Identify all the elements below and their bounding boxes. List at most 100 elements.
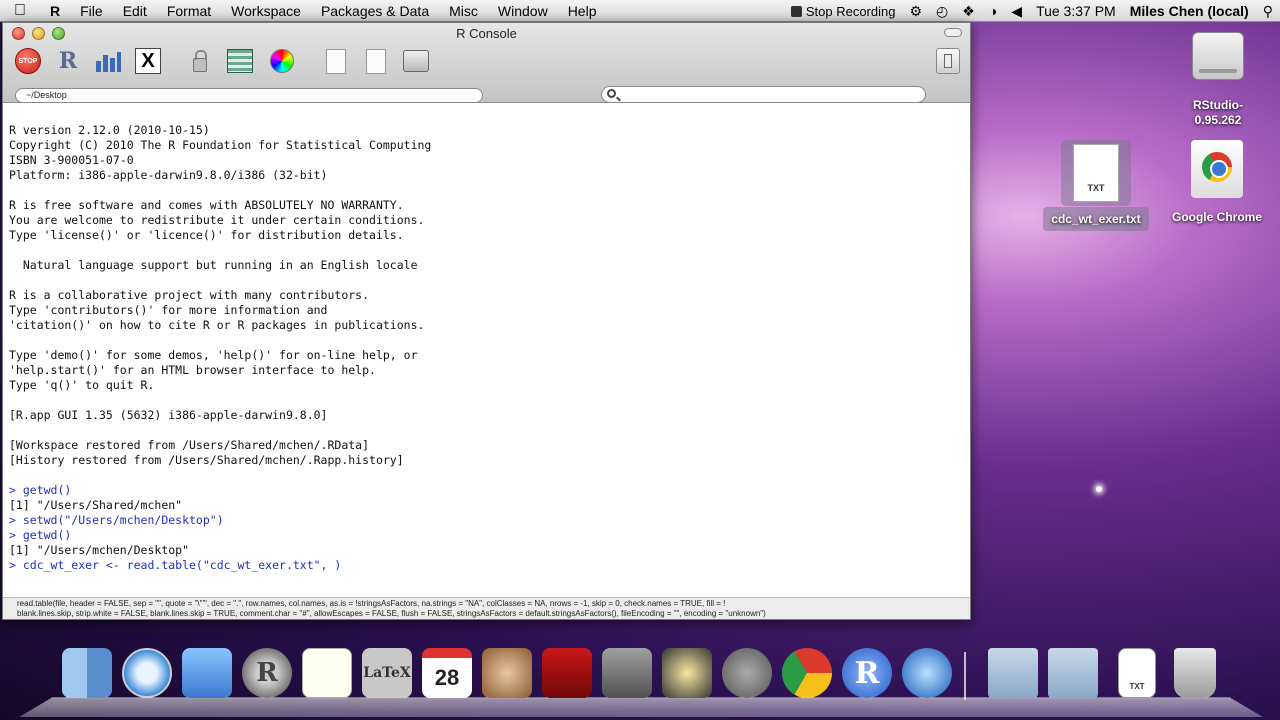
- dock-safari-icon[interactable]: [122, 648, 172, 698]
- console-output-line: [1] "/Users/Shared/mchen": [9, 498, 183, 512]
- txt-file-label: cdc_wt_exer.txt: [1043, 207, 1149, 231]
- menu-misc[interactable]: Misc: [439, 3, 488, 19]
- rstudio-disk-label: RStudio-0.95.262: [1193, 98, 1243, 127]
- signature-line-2: blank.lines.skip, strip.white = FALSE, b…: [17, 609, 766, 618]
- dock-facetime-icon[interactable]: [182, 648, 232, 698]
- network-status-icon[interactable]: ⚙: [902, 3, 929, 20]
- console-output[interactable]: R version 2.12.0 (2010-10-15) Copyright (…: [3, 104, 970, 598]
- dock-finder-icon[interactable]: [62, 648, 112, 698]
- dock-txt-file-icon[interactable]: TXT: [1118, 648, 1156, 698]
- desktop-google-chrome[interactable]: Google Chrome: [1163, 140, 1271, 224]
- console-output-line: R version 2.12.0 (2010-10-15): [9, 123, 210, 137]
- help-search-input[interactable]: [601, 86, 926, 103]
- menu-format[interactable]: Format: [157, 3, 221, 19]
- working-directory-field[interactable]: ~/Desktop: [15, 88, 483, 103]
- x11-button[interactable]: X: [133, 47, 163, 75]
- console-output-line: Type 'q()' to quit R.: [9, 378, 155, 392]
- menu-user[interactable]: Miles Chen (local): [1123, 3, 1256, 19]
- console-output-line: [Workspace restored from /Users/Shared/m…: [9, 438, 370, 452]
- run-source-button[interactable]: R: [53, 47, 83, 75]
- console-output-line: Type 'demo()' for some demos, 'help()' f…: [9, 348, 418, 362]
- drawer-button[interactable]: [933, 47, 963, 75]
- document-icon: [326, 48, 346, 74]
- dock-separator: [964, 652, 966, 700]
- table-icon: [227, 49, 253, 73]
- apple-menu-icon[interactable]: : [0, 2, 40, 20]
- dock-preview-icon[interactable]: [482, 648, 532, 698]
- open-document-button[interactable]: [321, 47, 351, 75]
- console-output-line: [History restored from /Users/Shared/mch…: [9, 453, 404, 467]
- menu-clock[interactable]: Tue 3:37 PM: [1029, 3, 1123, 19]
- console-output-line: ISBN 3-900051-07-0: [9, 153, 134, 167]
- menu-help[interactable]: Help: [558, 3, 607, 19]
- dock-iphoto-icon[interactable]: [602, 648, 652, 698]
- console-output-line: 'citation()' on how to cite R or R packa…: [9, 318, 425, 332]
- dock-shelf: [18, 697, 1264, 718]
- dock-quicktime-icon[interactable]: [902, 648, 952, 698]
- desktop-rstudio-disk[interactable]: RStudio-0.95.262: [1170, 32, 1266, 128]
- console-output-line: [R.app GUI 1.35 (5632) i386-apple-darwin…: [9, 408, 328, 422]
- menu-app-name[interactable]: R: [40, 3, 70, 19]
- dock-textedit-icon[interactable]: [302, 648, 352, 698]
- auth-lock-button[interactable]: [185, 47, 215, 75]
- stop-icon: STOP: [15, 48, 41, 74]
- r-console-window: R Console STOP R X ~/Desktop R version 2…: [2, 22, 971, 620]
- colors-button[interactable]: [267, 47, 297, 75]
- chrome-icon: [1202, 152, 1232, 182]
- console-command-line: > getwd(): [9, 483, 72, 497]
- menu-file[interactable]: File: [70, 3, 113, 19]
- stop-icon: [790, 5, 802, 17]
- print-button[interactable]: [401, 47, 431, 75]
- console-command-line: > setwd("/Users/mchen/Desktop"): [9, 513, 224, 527]
- toolbar-toggle-button[interactable]: [944, 28, 962, 37]
- bar-chart-icon: [96, 52, 121, 72]
- menu-packages-data[interactable]: Packages & Data: [311, 3, 439, 19]
- console-output-line: Copyright (C) 2010 The R Foundation for …: [9, 138, 432, 152]
- desktop-txt-file[interactable]: TXT cdc_wt_exer.txt: [1038, 140, 1154, 231]
- dock-trash-icon[interactable]: [1174, 648, 1216, 698]
- dock-applications-folder-icon[interactable]: [988, 648, 1038, 698]
- dock: R LaTeX 28 R TXT: [18, 642, 1264, 720]
- timemachine-icon[interactable]: ◴: [929, 3, 955, 20]
- dock-ical-icon[interactable]: 28: [422, 648, 472, 698]
- menu-window[interactable]: Window: [488, 3, 558, 19]
- wifi-icon[interactable]: ◑: [982, 3, 1004, 19]
- spotlight-icon[interactable]: ⚲: [1256, 3, 1280, 20]
- console-output-line: Platform: i386-apple-darwin9.8.0/i386 (3…: [9, 168, 328, 182]
- dock-chrome-icon[interactable]: [782, 648, 832, 698]
- dock-latex-icon[interactable]: LaTeX: [362, 648, 412, 698]
- stop-recording-label: Stop Recording: [805, 3, 896, 19]
- dock-imovie-icon[interactable]: [662, 648, 712, 698]
- function-signature-hint: read.table(file, header = FALSE, sep = "…: [3, 597, 970, 619]
- color-wheel-icon: [270, 49, 294, 73]
- data-editor-button[interactable]: [225, 47, 255, 75]
- quartz-button[interactable]: [93, 47, 123, 75]
- disk-image-icon: [1192, 32, 1244, 80]
- stop-recording-button[interactable]: Stop Recording: [784, 4, 903, 19]
- console-output-line: Natural language support but running in …: [9, 258, 418, 272]
- r-script-icon: R: [58, 48, 78, 74]
- wallpaper-star: [1096, 486, 1102, 492]
- dock-photobooth-icon[interactable]: [542, 648, 592, 698]
- console-output-line: R is free software and comes with ABSOLU…: [9, 198, 404, 212]
- menu-edit[interactable]: Edit: [113, 3, 157, 19]
- volume-icon[interactable]: ◀: [1004, 3, 1029, 20]
- dock-documents-folder-icon[interactable]: [1048, 648, 1098, 698]
- search-icon: [607, 89, 616, 98]
- stop-button[interactable]: STOP: [13, 47, 43, 75]
- dock-r-app-icon[interactable]: R: [842, 648, 892, 698]
- menu-workspace[interactable]: Workspace: [221, 3, 311, 19]
- dock-rstudio-icon[interactable]: R: [242, 648, 292, 698]
- x11-icon: X: [135, 48, 161, 74]
- dock-system-preferences-icon[interactable]: [722, 648, 772, 698]
- bluetooth-icon[interactable]: ❖: [955, 3, 982, 20]
- new-document-button[interactable]: [361, 47, 391, 75]
- console-output-line: Type 'contributors()' for more informati…: [9, 303, 328, 317]
- menu-bar:  R File Edit Format Workspace Packages …: [0, 0, 1280, 22]
- printer-icon: [403, 50, 429, 72]
